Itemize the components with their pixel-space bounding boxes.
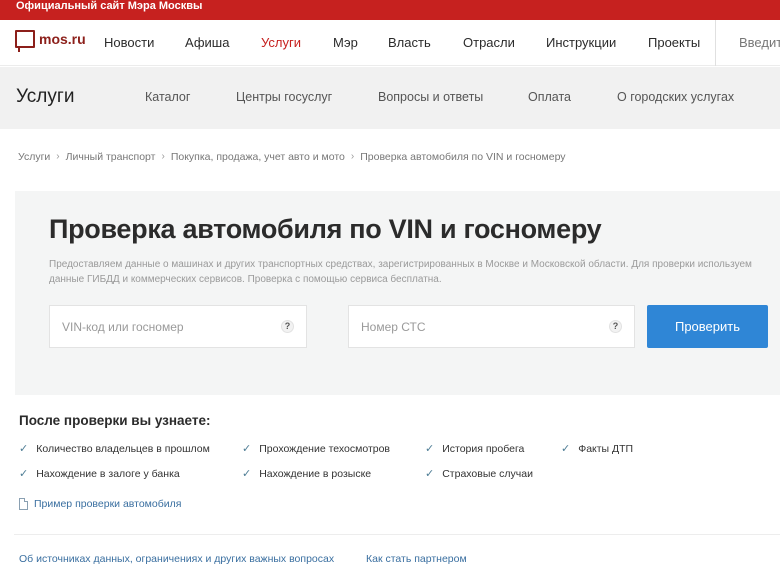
mos-ru-logo[interactable]: mos.ru [15, 30, 86, 52]
search-input[interactable]: Введите [739, 35, 780, 51]
results-heading: После проверки вы узнаете: [19, 413, 211, 428]
checkmark-icon: ✓ [425, 443, 435, 455]
data-sources-link[interactable]: Об источниках данных, ограничениях и дру… [19, 552, 334, 564]
feature-label: Количество владельцев в прошлом [36, 443, 210, 455]
checkmark-icon: ✓ [561, 443, 571, 455]
divider [14, 534, 780, 535]
feature-item: ✓ Нахождение в розыске [242, 467, 371, 481]
feature-item: ✓ История пробега [425, 442, 524, 456]
official-site-title: Официальный сайт Мэра Москвы [16, 0, 203, 12]
feature-item: ✓ Факты ДТП [561, 442, 633, 456]
vin-input[interactable]: VIN-код или госномер ? [49, 305, 307, 348]
subnav-item-payment[interactable]: Оплата [528, 89, 571, 105]
subnav-item-service-centers[interactable]: Центры госуслуг [236, 89, 332, 105]
subnav-item-about-services[interactable]: О городских услугах [617, 89, 734, 105]
nav-item-instructions[interactable]: Инструкции [546, 35, 616, 51]
feature-label: Нахождение в розыске [259, 468, 372, 480]
sample-check-link[interactable]: Пример проверки автомобиля [19, 497, 181, 511]
feature-label: Факты ДТП [578, 443, 634, 455]
breadcrumb-item[interactable]: Услуги [18, 150, 50, 164]
nav-item-government[interactable]: Власть [388, 35, 431, 51]
section-title: Услуги [16, 86, 75, 107]
sample-check-label: Пример проверки автомобиля [34, 498, 182, 510]
official-site-bar: Официальный сайт Мэра Москвы [0, 0, 780, 20]
services-subnav: Услуги Каталог Центры госуслуг Вопросы и… [0, 67, 780, 129]
breadcrumb-separator: › [56, 151, 60, 162]
sts-input-placeholder: Номер СТС [361, 320, 426, 334]
subnav-item-faq[interactable]: Вопросы и ответы [378, 89, 483, 105]
vin-input-placeholder: VIN-код или госномер [62, 320, 184, 334]
help-icon[interactable]: ? [609, 320, 622, 333]
breadcrumb: Услуги › Личный транспорт › Покупка, про… [18, 150, 566, 164]
feature-label: История пробега [442, 443, 525, 455]
breadcrumb-item[interactable]: Личный транспорт [66, 150, 156, 164]
main-navigation: mos.ru Новости Афиша Услуги Мэр Власть О… [0, 20, 780, 66]
feature-label: Нахождение в залоге у банка [36, 468, 180, 480]
page-description: Предоставляем данные о машинах и других … [49, 259, 752, 285]
breadcrumb-current: Проверка автомобиля по VIN и госномеру [360, 151, 566, 163]
nav-item-industries[interactable]: Отрасли [463, 35, 515, 51]
breadcrumb-separator: › [161, 151, 165, 162]
checkmark-icon: ✓ [19, 468, 29, 480]
subnav-item-catalog[interactable]: Каталог [145, 89, 190, 105]
breadcrumb-item[interactable]: Покупка, продажа, учет авто и мото [171, 150, 345, 164]
checkmark-icon: ✓ [425, 468, 435, 480]
feature-item: ✓ Количество владельцев в прошлом [19, 442, 210, 456]
help-icon[interactable]: ? [281, 320, 294, 333]
feature-item: ✓ Прохождение техосмотров [242, 442, 390, 456]
nav-item-services[interactable]: Услуги [261, 35, 301, 51]
nav-item-projects[interactable]: Проекты [648, 35, 700, 51]
become-partner-link[interactable]: Как стать партнером [366, 552, 467, 564]
vin-check-panel: Проверка автомобиля по VIN и госномеру П… [15, 191, 780, 395]
feature-item: ✓ Страховые случаи [425, 467, 533, 481]
feature-item: ✓ Нахождение в залоге у банка [19, 467, 180, 481]
nav-divider [715, 20, 716, 66]
breadcrumb-separator: › [350, 151, 355, 162]
checkmark-icon: ✓ [242, 468, 252, 480]
check-button[interactable]: Проверить [647, 305, 768, 348]
nav-item-news[interactable]: Новости [104, 35, 154, 51]
logo-text: mos.ru [39, 31, 86, 47]
feature-label: Прохождение техосмотров [259, 443, 391, 455]
document-icon [19, 498, 28, 510]
checkmark-icon: ✓ [19, 443, 29, 455]
nav-item-afisha[interactable]: Афиша [185, 35, 229, 51]
speech-bubble-icon [15, 30, 35, 52]
checkmark-icon: ✓ [242, 443, 252, 455]
nav-item-mayor[interactable]: Мэр [333, 35, 358, 51]
sts-number-input[interactable]: Номер СТС ? [348, 305, 635, 348]
feature-label: Страховые случаи [442, 468, 533, 480]
page-title: Проверка автомобиля по VIN и госномеру [49, 214, 602, 244]
